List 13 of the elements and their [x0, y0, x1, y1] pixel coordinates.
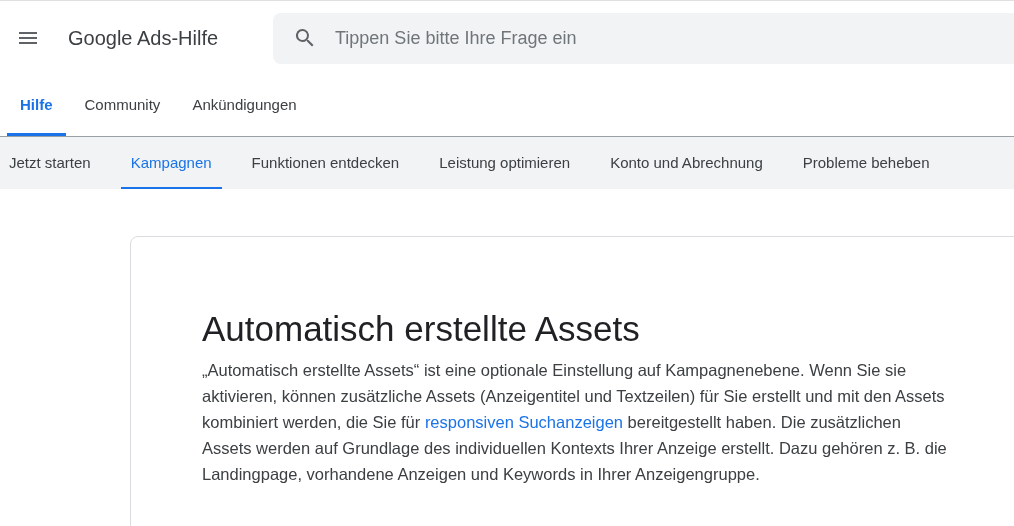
site-title[interactable]: Google Ads-Hilfe	[68, 26, 273, 50]
search-field[interactable]: Tippen Sie bitte Ihre Frage ein	[273, 12, 1014, 64]
nav-tab[interactable]: Kampagnen	[120, 137, 222, 189]
article-title: Automatisch erstellte Assets	[202, 309, 641, 349]
article-link[interactable]: responsiven Suchanzeigen	[424, 413, 623, 431]
article-paragraph: „Automatisch erstellte Assets“ ist eine optionale Einstellung auf Kampagnenebene. Wenn Sie sie aktivieren, können zusätzliche Assets (Anzeigentitel und Textzeilen) für Sie erstellt und mit den Assets kombiniert werden, die Sie für responsiven Suchanzeigen bereitgestellt haben. Die zusätzlichen Assets werden auf Grundlage des individuellen Kontexts Ihrer Anzeige erstellt. Dazu gehören z. B. die Landingpage, vorhandene Anzeigen und Keywords in Ihrer Anzeigengruppe.	[202, 360, 948, 485]
nav-tab[interactable]: Konto und Abrechnung	[600, 137, 773, 189]
nav-tab[interactable]: Leistung optimieren	[429, 137, 581, 189]
nav-tab[interactable]: Funktionen entdecken	[241, 137, 410, 189]
tab[interactable]: Ankündigungen	[179, 75, 310, 136]
tab[interactable]: Community	[71, 75, 174, 136]
nav-tab[interactable]: Jetzt starten	[0, 137, 101, 189]
nav-tab[interactable]: Probleme beheben	[792, 137, 940, 189]
